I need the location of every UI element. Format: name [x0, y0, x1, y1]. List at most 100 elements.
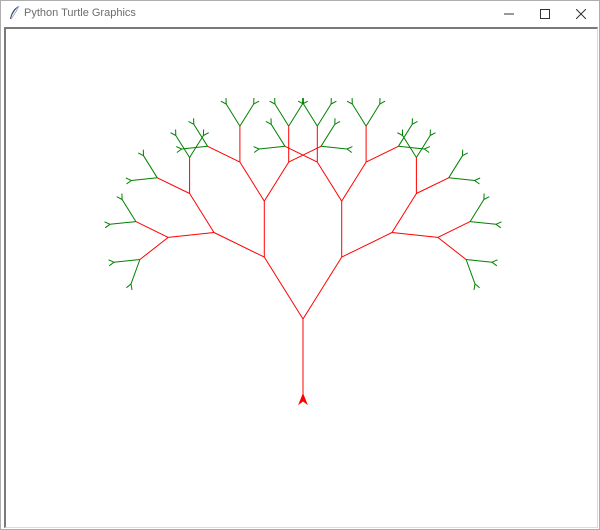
leaf-branch	[483, 196, 490, 200]
tree-branch	[391, 232, 438, 238]
tree-branch	[316, 161, 343, 202]
leaf-branch	[397, 132, 403, 136]
leaf-branch	[130, 283, 133, 290]
minimize-icon	[504, 13, 514, 15]
leaf-branch	[121, 199, 137, 222]
tree-branch	[341, 161, 367, 202]
leaf-branch	[203, 132, 209, 136]
leaf-branch	[474, 283, 480, 289]
leaf-branch	[491, 261, 498, 267]
feather-icon	[8, 5, 22, 21]
leaf-branch	[320, 145, 347, 150]
tree-branch	[416, 177, 449, 194]
leaf-branch	[125, 177, 132, 181]
leaf-branch	[346, 146, 353, 150]
leaf-branch	[473, 283, 476, 290]
leaf-branch	[104, 221, 111, 225]
tree-branch	[302, 256, 343, 320]
leaf-branch	[265, 120, 272, 125]
tree-branch	[189, 193, 215, 233]
leaf-branch	[253, 100, 260, 105]
leaf-branch	[415, 135, 431, 158]
leaf-branch	[108, 259, 115, 263]
leaf-branch	[176, 148, 182, 153]
leaf-branch	[104, 223, 111, 229]
fractal-tree-drawing	[104, 97, 502, 406]
leaf-branch	[365, 103, 381, 127]
leaf-branch	[259, 145, 286, 150]
tree-branch	[168, 232, 215, 238]
leaf-branch	[176, 146, 182, 150]
leaf-branch	[429, 132, 436, 136]
tree-branch	[139, 237, 169, 260]
leaf-branch	[288, 103, 303, 127]
window-title: Python Turtle Graphics	[24, 7, 136, 19]
turtle-arrow-icon	[298, 392, 308, 406]
leaf-branch	[131, 177, 158, 181]
leaf-branch	[303, 103, 318, 127]
leaf-branch	[320, 124, 336, 147]
leaf-branch	[491, 259, 498, 263]
close-button[interactable]	[564, 1, 598, 27]
leaf-branch	[193, 124, 209, 147]
leaf-branch	[346, 100, 353, 105]
leaf-branch	[253, 146, 260, 150]
leaf-branch	[334, 120, 341, 125]
leaf-branch	[143, 155, 158, 179]
leaf-branch	[411, 120, 418, 125]
tree-branch	[341, 232, 393, 258]
leaf-branch	[225, 103, 241, 127]
leaf-branch	[495, 223, 502, 229]
leaf-branch	[170, 132, 177, 136]
maximize-icon	[540, 9, 550, 19]
leaf-branch	[113, 259, 140, 263]
tree-branch	[288, 145, 322, 163]
leaf-branch	[474, 177, 481, 181]
leaf-branch	[137, 152, 144, 157]
leaf-branch	[474, 180, 480, 185]
turtle-window: Python Turtle Graphics	[0, 0, 600, 530]
tree-branch	[391, 193, 417, 233]
leaf-branch	[424, 148, 430, 153]
leaf-branch	[397, 124, 413, 147]
tree-branch	[135, 221, 169, 238]
tree-branch	[284, 145, 318, 163]
tree-branch	[263, 256, 304, 320]
leaf-branch	[188, 120, 195, 125]
tree-branch	[263, 161, 290, 202]
tree-branch	[365, 145, 399, 163]
leaf-branch	[126, 283, 132, 289]
leaf-branch	[330, 100, 337, 105]
leaf-branch	[126, 180, 132, 185]
maximize-button[interactable]	[528, 1, 562, 27]
tree-branch	[157, 177, 190, 194]
leaf-branch	[495, 221, 502, 225]
tree-branch	[213, 232, 265, 258]
leaf-branch	[462, 152, 469, 157]
leaf-branch	[269, 100, 276, 105]
turtle-canvas[interactable]	[4, 27, 598, 528]
leaf-branch	[108, 261, 115, 267]
leaf-branch	[465, 259, 476, 285]
leaf-branch	[116, 196, 123, 200]
leaf-branch	[270, 124, 286, 147]
tree-branch	[437, 237, 467, 260]
minimize-button[interactable]	[492, 1, 526, 27]
leaf-branch	[469, 199, 485, 222]
close-icon	[576, 9, 586, 19]
leaf-branch	[239, 103, 255, 127]
title-bar[interactable]: Python Turtle Graphics	[1, 1, 599, 27]
leaf-branch	[351, 103, 367, 127]
tree-branch	[207, 145, 241, 163]
leaf-branch	[466, 259, 493, 263]
tree-branch	[437, 221, 471, 238]
leaf-branch	[130, 259, 141, 285]
leaf-branch	[424, 146, 430, 150]
turtle-arrow-icon	[298, 392, 308, 406]
leaf-branch	[470, 221, 497, 225]
leaf-branch	[316, 103, 332, 127]
leaf-branch	[274, 103, 290, 127]
leaf-branch	[109, 221, 136, 225]
leaf-branch	[379, 100, 386, 105]
leaf-branch	[253, 148, 260, 153]
